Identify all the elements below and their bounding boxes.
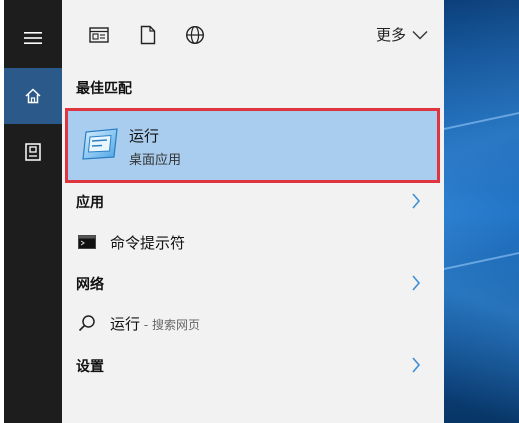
list-item-web-search[interactable]: 运行 - 搜索网页 [62, 306, 444, 340]
globe-icon [185, 25, 205, 45]
filter-toolbar: 更多 [62, 0, 444, 66]
hamburger-menu-button[interactable] [4, 10, 62, 66]
best-match-header: 最佳匹配 [76, 81, 132, 97]
web-search-suffix: - 搜索网页 [140, 318, 200, 332]
document-icon [140, 25, 156, 45]
wallpaper-light-band [444, 112, 519, 130]
apps-section-header[interactable]: 应用 [76, 192, 104, 212]
start-rail [4, 0, 62, 423]
chevron-down-icon [412, 30, 428, 39]
apps-chevron-right-icon[interactable] [408, 192, 424, 210]
more-filters-button[interactable]: 更多 [376, 24, 428, 45]
documents-filter-button[interactable] [135, 22, 161, 48]
search-results-panel: 更多 最佳匹配 运行 桌面应用 应用 命令提示符 网络 运行 - 搜索网页 设置 [62, 0, 444, 423]
run-app-icon [82, 128, 118, 160]
home-button[interactable] [4, 68, 62, 124]
settings-section-header[interactable]: 设置 [76, 356, 104, 376]
wallpaper-light-band [444, 252, 519, 270]
cmd-icon [78, 235, 96, 249]
search-icon [78, 315, 95, 332]
notebook-icon [25, 143, 41, 161]
best-match-subtitle: 桌面应用 [129, 153, 182, 168]
web-filter-button[interactable] [182, 22, 208, 48]
news-icon [89, 27, 109, 43]
home-icon [25, 88, 41, 104]
web-chevron-right-icon[interactable] [408, 274, 424, 292]
command-prompt-label: 命令提示符 [110, 234, 186, 252]
start-menu: 更多 最佳匹配 运行 桌面应用 应用 命令提示符 网络 运行 - 搜索网页 设置 [4, 0, 444, 423]
list-item-command-prompt[interactable]: 命令提示符 [62, 225, 444, 259]
settings-chevron-right-icon[interactable] [408, 356, 424, 374]
desktop-wallpaper [444, 0, 519, 423]
more-filters-label: 更多 [375, 26, 406, 44]
hamburger-icon [24, 32, 42, 44]
web-section-header[interactable]: 网络 [76, 274, 104, 294]
news-filter-button[interactable] [86, 22, 112, 48]
notebook-button[interactable] [4, 124, 62, 180]
best-match-run-app[interactable]: 运行 桌面应用 [65, 108, 440, 183]
web-search-query: 运行 [110, 315, 141, 333]
web-search-label: 运行 - 搜索网页 [110, 313, 200, 334]
best-match-title: 运行 [129, 127, 160, 145]
